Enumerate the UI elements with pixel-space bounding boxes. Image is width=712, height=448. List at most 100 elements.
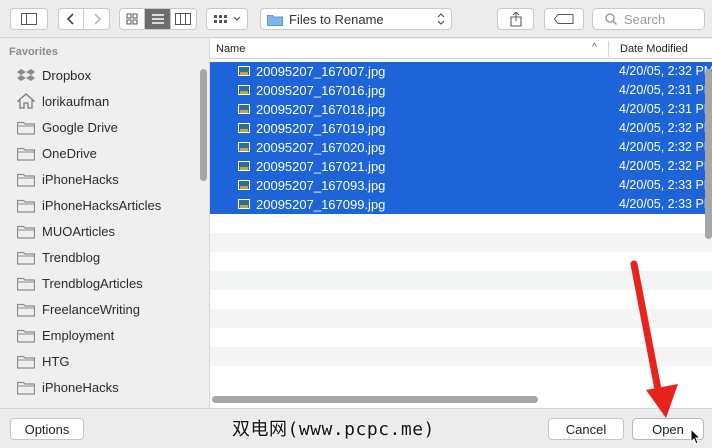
sidebar-icon <box>21 13 37 25</box>
sidebar-heading: Favorites <box>9 46 58 58</box>
folder-icon <box>17 197 35 213</box>
tag-button[interactable] <box>544 8 584 30</box>
file-date: 4/20/05, 2:32 PM <box>619 121 712 135</box>
options-button[interactable]: Options <box>10 418 84 440</box>
file-name: 20095207_167016.jpg <box>256 83 386 98</box>
folder-icon <box>17 249 35 265</box>
file-list-horizontal-scrollbar[interactable] <box>212 396 538 403</box>
file-date: 4/20/05, 2:33 PM <box>619 178 712 192</box>
file-date: 4/20/05, 2:32 PM <box>619 64 712 78</box>
cancel-button[interactable]: Cancel <box>548 418 624 440</box>
date-column-header[interactable]: Date Modified <box>620 43 688 55</box>
file-date: 4/20/05, 2:32 PM <box>619 159 712 173</box>
sidebar-item-label: TrendblogArticles <box>42 275 143 291</box>
location-label: Files to Rename <box>289 11 384 27</box>
sidebar-item[interactable]: lorikaufman <box>0 88 200 114</box>
sidebar-item[interactable]: Employment <box>0 322 200 348</box>
bottom-bar: Options 双电网(www.pcpc.me) Cancel Open <box>0 408 712 448</box>
file-row[interactable]: 20095207_167016.jpg 4/20/05, 2:31 PM <box>210 81 712 100</box>
empty-row <box>210 233 712 252</box>
share-button[interactable] <box>497 8 534 30</box>
column-divider[interactable] <box>608 41 609 57</box>
sidebar-item-label: OneDrive <box>42 145 97 161</box>
icon-view-button[interactable] <box>120 9 146 29</box>
sidebar-toggle-button[interactable] <box>10 8 48 30</box>
view-mode-control <box>119 8 197 30</box>
file-row[interactable]: 20095207_167093.jpg 4/20/05, 2:33 PM <box>210 176 712 195</box>
file-list-vertical-scrollbar[interactable] <box>705 69 712 239</box>
file-row[interactable]: 20095207_167020.jpg 4/20/05, 2:32 PM <box>210 138 712 157</box>
back-button[interactable] <box>59 9 85 29</box>
sidebar-item[interactable]: OneDrive <box>0 140 200 166</box>
sidebar-item-label: iPhoneHacks <box>42 171 119 187</box>
sidebar: Favorites Dropbox lorikaufman Google Drive… <box>0 39 210 408</box>
sidebar-item-label: Dropbox <box>42 67 92 83</box>
file-row[interactable]: 20095207_167019.jpg 4/20/05, 2:32 PM <box>210 119 712 138</box>
empty-row <box>210 328 712 347</box>
nav-buttons <box>58 8 110 30</box>
file-name: 20095207_167019.jpg <box>256 121 386 136</box>
tag-icon <box>554 14 574 24</box>
chevron-down-icon <box>233 16 240 21</box>
list-icon <box>151 14 164 24</box>
folder-icon <box>17 275 35 291</box>
search-placeholder: Search <box>624 11 666 27</box>
sidebar-item-label: Google Drive <box>42 119 118 135</box>
forward-button[interactable] <box>84 9 109 29</box>
search-field[interactable]: Search <box>592 8 705 30</box>
sidebar-item[interactable]: iPhoneHacks <box>0 374 200 400</box>
folder-icon <box>17 145 35 161</box>
sidebar-item-label: lorikaufman <box>42 93 110 109</box>
sidebar-item[interactable]: HTG <box>0 348 200 374</box>
file-name: 20095207_167021.jpg <box>256 159 386 174</box>
file-row[interactable]: 20095207_167018.jpg 4/20/05, 2:31 PM <box>210 100 712 119</box>
empty-row <box>210 271 712 290</box>
watermark-text: 双电网(www.pcpc.me) <box>232 419 435 440</box>
image-file-icon <box>238 66 250 76</box>
sidebar-item[interactable]: Dropbox <box>0 62 200 88</box>
file-date: 4/20/05, 2:32 PM <box>619 140 712 154</box>
file-name: 20095207_167018.jpg <box>256 102 386 117</box>
sidebar-item[interactable]: iPhoneHacksArticles <box>0 192 200 218</box>
folder-icon <box>17 353 35 369</box>
sidebar-item[interactable]: iPhoneHacks <box>0 166 200 192</box>
image-file-icon <box>238 142 250 152</box>
sidebar-item[interactable]: Trendblog <box>0 244 200 270</box>
sort-ascending-icon: ^ <box>592 42 597 53</box>
empty-row <box>210 290 712 309</box>
sidebar-item[interactable]: MUOArticles <box>0 218 200 244</box>
file-name: 20095207_167020.jpg <box>256 140 386 155</box>
empty-row <box>210 347 712 366</box>
file-date: 4/20/05, 2:31 PM <box>619 83 712 97</box>
empty-row <box>210 214 712 233</box>
columns-icon <box>175 13 192 25</box>
folder-icon <box>17 119 35 135</box>
file-date: 4/20/05, 2:33 PM <box>619 197 712 211</box>
image-file-icon <box>238 199 250 209</box>
sidebar-item-label: iPhoneHacksArticles <box>42 197 162 213</box>
column-header: Name ^ Date Modified <box>210 39 712 59</box>
toolbar: Files to Rename Search <box>0 0 712 38</box>
sidebar-item[interactable]: Google Drive <box>0 114 200 140</box>
column-view-button[interactable] <box>171 9 196 29</box>
file-row[interactable]: 20095207_167099.jpg 4/20/05, 2:33 PM <box>210 195 712 214</box>
list-view-button[interactable] <box>145 9 171 29</box>
sidebar-item[interactable]: TrendblogArticles <box>0 270 200 296</box>
dropbox-icon <box>17 67 35 83</box>
group-icon <box>213 15 227 23</box>
folder-icon <box>17 171 35 187</box>
name-column-header[interactable]: Name <box>216 43 245 55</box>
group-by-button[interactable] <box>206 8 248 30</box>
location-popup[interactable]: Files to Rename <box>260 8 452 30</box>
file-row[interactable]: 20095207_167007.jpg 4/20/05, 2:32 PM <box>210 62 712 81</box>
sidebar-scrollbar[interactable] <box>200 69 207 181</box>
image-file-icon <box>238 180 250 190</box>
folder-icon <box>17 379 35 395</box>
sidebar-item-label: MUOArticles <box>42 223 115 239</box>
image-file-icon <box>238 85 250 95</box>
empty-row <box>210 252 712 271</box>
sidebar-item[interactable]: FreelanceWriting <box>0 296 200 322</box>
updown-chevron-icon <box>437 13 445 25</box>
chevron-left-icon <box>66 13 74 25</box>
file-row[interactable]: 20095207_167021.jpg 4/20/05, 2:32 PM <box>210 157 712 176</box>
